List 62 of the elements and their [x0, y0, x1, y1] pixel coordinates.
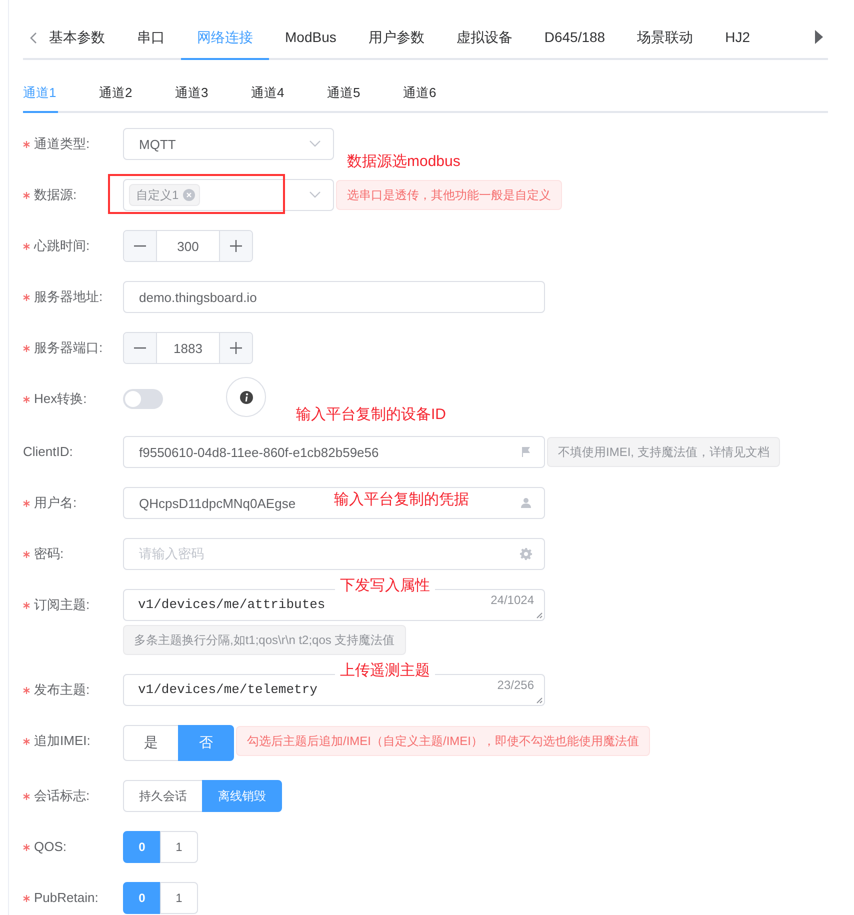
hint-message: 勾选后主题后追加/IMEI（自定义主题/IMEI），即使不勾选也能使用魔法值	[236, 726, 650, 756]
plus-button[interactable]	[219, 333, 252, 363]
select-field[interactable]: MQTT	[123, 128, 334, 160]
channel-tab[interactable]: 通道2	[99, 74, 175, 111]
hint-message: 不填使用IMEI, 支持魔法值，详情见文档	[547, 437, 780, 467]
option-button[interactable]: 是	[123, 725, 179, 761]
tab[interactable]: D645/188	[528, 17, 622, 58]
channel-tab[interactable]: 通道6	[403, 74, 479, 111]
chevron-left-icon[interactable]	[29, 30, 39, 44]
option-button[interactable]: 1	[160, 882, 198, 914]
field-label: QOS:	[34, 838, 67, 856]
channel-tab[interactable]: 通道4	[251, 74, 327, 111]
field-label: 心跳时间:	[34, 237, 90, 255]
plus-icon	[230, 240, 242, 252]
tab[interactable]: HJ2	[709, 17, 766, 58]
chevron-down-icon	[309, 191, 321, 199]
info-icon	[240, 390, 252, 404]
tab[interactable]: 基本参数	[49, 17, 121, 58]
option-button[interactable]: 持久会话	[123, 780, 203, 812]
plus-button[interactable]	[219, 231, 252, 261]
tab[interactable]: 串口	[121, 17, 181, 58]
annotation-text: 输入平台复制的凭据	[333, 490, 470, 510]
hint-message: 选串口是透传，其他功能一般是自定义	[336, 180, 562, 210]
number-field[interactable]: 300	[123, 230, 253, 262]
close-icon[interactable]	[182, 189, 195, 201]
gear-icon	[520, 548, 532, 560]
resize-grip-icon[interactable]	[535, 611, 543, 619]
number-field[interactable]: 1883	[123, 332, 253, 364]
field-label: ClientID:	[23, 443, 73, 461]
field-label: 服务器地址:	[34, 288, 103, 306]
plus-icon	[230, 342, 242, 354]
field-label: 服务器端口:	[34, 339, 103, 357]
field-label: 通道类型:	[34, 135, 90, 153]
field-label: 数据源:	[34, 186, 77, 204]
field-label: PubRetain:	[34, 889, 98, 907]
chevron-down-icon	[309, 140, 321, 148]
toggle-switch[interactable]	[123, 389, 163, 409]
field-label: 追加IMEI:	[34, 732, 90, 750]
field-label: Hex转换:	[34, 390, 87, 408]
tab[interactable]: 虚拟设备	[440, 17, 528, 58]
character-counter: 24/1024	[490, 593, 534, 607]
field-label: 会话标志:	[34, 787, 90, 805]
note-message: 多条主题换行分隔,如t1;qos\r\n t2;qos 支持魔法值	[123, 625, 406, 655]
option-button[interactable]: 1	[160, 831, 198, 863]
user-icon	[520, 497, 532, 509]
input-field[interactable]: f9550610-04d8-11ee-860f-e1cb82b59e56	[123, 436, 545, 468]
resize-grip-icon[interactable]	[535, 696, 543, 704]
channel-tab[interactable]: 通道3	[175, 74, 251, 111]
channel-tab[interactable]: 通道5	[327, 74, 403, 111]
tab[interactable]: 用户参数	[352, 17, 440, 58]
caret-right-icon[interactable]	[814, 30, 824, 44]
input-field[interactable]: demo.thingsboard.io	[123, 281, 545, 313]
flag-icon	[520, 446, 532, 458]
character-counter: 23/256	[497, 678, 534, 692]
field-label: 订阅主题:	[34, 596, 90, 614]
field-label: 发布主题:	[34, 681, 90, 699]
info-button[interactable]	[226, 377, 266, 417]
field-label: 密码:	[34, 545, 64, 563]
field-label: 用户名:	[34, 494, 77, 512]
tag: 自定义1	[129, 184, 200, 206]
tab[interactable]: ModBus	[269, 17, 352, 58]
tab[interactable]: 场景联动	[621, 17, 710, 58]
